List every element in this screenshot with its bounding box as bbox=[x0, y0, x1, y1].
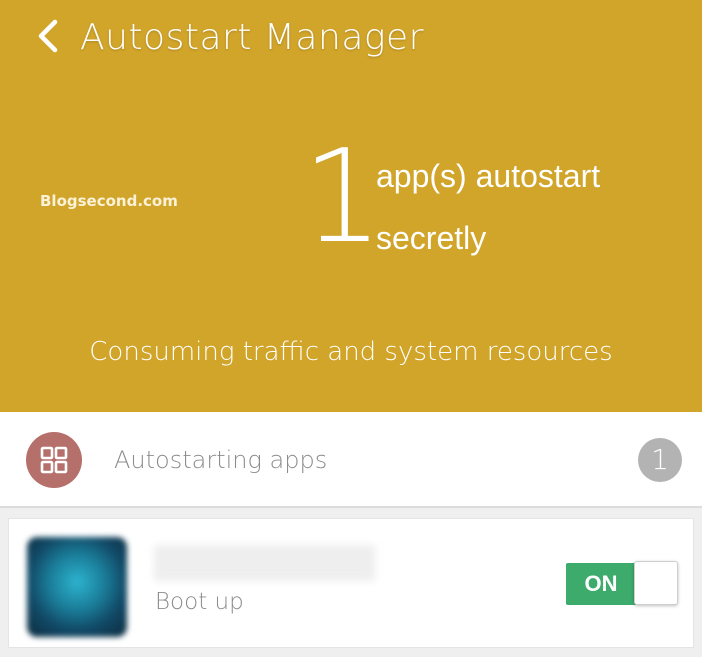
chevron-left-icon bbox=[36, 18, 60, 58]
grid-icon bbox=[26, 432, 82, 488]
app-name-redacted: ​ bbox=[154, 545, 375, 581]
back-button[interactable] bbox=[26, 12, 70, 64]
app-status-label: Boot up bbox=[155, 589, 244, 615]
count-badge: 1 bbox=[638, 438, 682, 482]
count-caption-line2: secretly bbox=[376, 220, 487, 256]
toggle-thumb[interactable] bbox=[634, 561, 678, 605]
autostart-count: 1 bbox=[302, 123, 384, 272]
count-caption-line1: app(s) autostart bbox=[376, 158, 601, 194]
page-title: Autostart Manager bbox=[80, 17, 424, 58]
watermark-text: Blogsecond.com bbox=[40, 192, 178, 210]
autostart-manager-screen: Autostart Manager Blogsecond.com 1 app(s… bbox=[0, 0, 702, 657]
header-subtitle: Consuming traffic and system resources bbox=[89, 337, 613, 367]
summary-header: Autostart Manager Blogsecond.com 1 app(s… bbox=[0, 0, 702, 412]
list-item[interactable]: ​ Boot up ON bbox=[8, 518, 694, 648]
autostarting-apps-section[interactable]: Autostarting apps 1 bbox=[0, 412, 702, 508]
toggle-on-label: ON bbox=[566, 563, 636, 605]
app-icon bbox=[27, 537, 127, 637]
autostart-toggle[interactable]: ON bbox=[566, 561, 678, 605]
section-label: Autostarting apps bbox=[114, 446, 328, 474]
